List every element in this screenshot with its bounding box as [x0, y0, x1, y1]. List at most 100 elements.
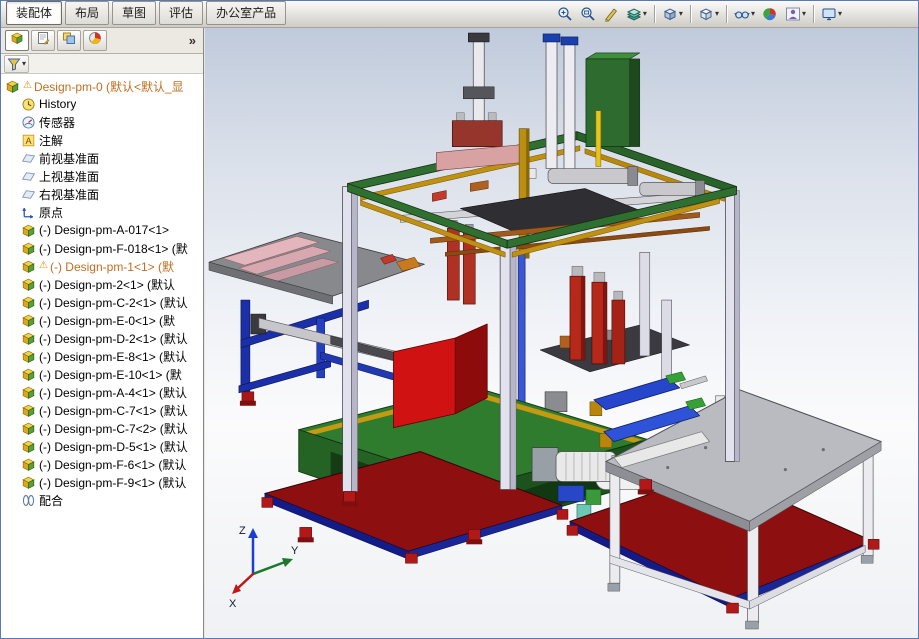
tree-item[interactable]: (-) Design-pm-D-5<1> (默认 — [1, 437, 203, 455]
apply-scene-button[interactable]: ▾ — [782, 4, 809, 24]
section-view-button[interactable]: ▾ — [623, 4, 650, 24]
tree-item[interactable]: (-) Design-pm-F-6<1> (默认 — [1, 455, 203, 473]
view-orientation-button[interactable]: ▾ — [659, 4, 686, 24]
component-icon — [21, 457, 36, 472]
component-icon — [21, 403, 36, 418]
triad-x-label: X — [229, 598, 237, 610]
machine-3d-model[interactable] — [205, 28, 918, 638]
panel-tab-dimxpertmanager[interactable] — [83, 30, 107, 51]
tree-item[interactable]: 上视基准面 — [1, 167, 203, 185]
component-icon — [21, 313, 36, 328]
tree-item[interactable]: (-) Design-pm-E-8<1> (默认 — [1, 347, 203, 365]
tree-item[interactable]: (-) Design-pm-F-018<1> (默 — [1, 239, 203, 257]
tree-item-label: Design-pm-0 (默认<默认_显 — [34, 78, 184, 95]
dropdown-arrow-icon[interactable]: ▾ — [715, 10, 719, 18]
tree-item-label: (-) Design-pm-C-7<2> (默认 — [39, 420, 188, 437]
dropdown-arrow-icon[interactable]: ▾ — [679, 10, 683, 18]
zoom-to-area-icon — [580, 6, 596, 22]
tree-item[interactable]: 配合 — [1, 491, 203, 509]
assembly-icon — [5, 79, 20, 94]
component-icon — [21, 439, 36, 454]
view-orientation-icon — [662, 6, 678, 22]
tab-评估[interactable]: 评估 — [159, 1, 203, 25]
tree-item[interactable]: (-) Design-pm-E-10<1> (默 — [1, 365, 203, 383]
zoom-to-fit-icon — [557, 6, 573, 22]
warning-icon: ⚠ — [39, 261, 48, 271]
origin-icon — [21, 205, 36, 220]
orientation-triad: Z Y X — [227, 520, 307, 610]
graphics-viewport[interactable]: Z Y X — [205, 28, 918, 638]
zoom-to-fit-button[interactable] — [554, 4, 576, 24]
tree-item[interactable]: A注解 — [1, 131, 203, 149]
toolbar-separator — [726, 5, 727, 23]
tree-item[interactable]: (-) Design-pm-C-7<1> (默认 — [1, 401, 203, 419]
hide-show-items-button[interactable]: ▾ — [731, 4, 758, 24]
tree-item[interactable]: History — [1, 95, 203, 113]
plane-icon — [21, 169, 36, 184]
tree-item[interactable]: (-) Design-pm-C-2<1> (默认 — [1, 293, 203, 311]
panel-tab-configurationmanager[interactable] — [57, 30, 81, 51]
tree-item[interactable]: 右视基准面 — [1, 185, 203, 203]
zoom-to-area-button[interactable] — [577, 4, 599, 24]
plane-icon — [21, 187, 36, 202]
tree-item-label: 传感器 — [39, 114, 75, 131]
dropdown-arrow-icon[interactable]: ▾ — [22, 60, 26, 68]
tab-装配体[interactable]: 装配体 — [6, 1, 62, 25]
tree-item-label: (-) Design-pm-E-10<1> (默 — [39, 366, 182, 383]
tree-item[interactable]: (-) Design-pm-F-9<1> (默认 — [1, 473, 203, 491]
edit-appearance-icon — [762, 6, 778, 22]
tree-item[interactable]: (-) Design-pm-C-7<2> (默认 — [1, 419, 203, 437]
tree-item-label: (-) Design-pm-A-017<1> — [39, 223, 169, 237]
tree-item[interactable]: ⚠Design-pm-0 (默认<默认_显 — [1, 77, 203, 95]
dimxpertmanager-icon — [88, 31, 102, 50]
tree-item[interactable]: ⚠(-) Design-pm-1<1> (默 — [1, 257, 203, 275]
svg-text:A: A — [25, 135, 32, 145]
tab-草图[interactable]: 草图 — [112, 1, 156, 25]
annotations-icon: A — [21, 133, 36, 148]
component-icon — [21, 385, 36, 400]
tree-item-label: (-) Design-pm-F-018<1> (默 — [39, 240, 188, 257]
component-icon — [21, 295, 36, 310]
tree-item[interactable]: (-) Design-pm-E-0<1> (默 — [1, 311, 203, 329]
tab-布局[interactable]: 布局 — [65, 1, 109, 25]
tree-item-label: (-) Design-pm-D-5<1> (默认 — [39, 438, 188, 455]
previous-view-button[interactable] — [600, 4, 622, 24]
edit-appearance-button[interactable] — [759, 4, 781, 24]
tree-item-label: (-) Design-pm-1<1> (默 — [50, 258, 174, 275]
tree-item[interactable]: 前视基准面 — [1, 149, 203, 167]
filter-button[interactable]: ▾ — [4, 55, 29, 73]
component-icon — [21, 349, 36, 364]
dropdown-arrow-icon[interactable]: ▾ — [751, 10, 755, 18]
tree-item[interactable]: (-) Design-pm-D-2<1> (默认 — [1, 329, 203, 347]
command-tabs: 装配体布局草图评估办公室产品 — [1, 1, 287, 27]
tree-item-label: (-) Design-pm-C-2<1> (默认 — [39, 294, 188, 311]
tree-item[interactable]: (-) Design-pm-2<1> (默认 — [1, 275, 203, 293]
panel-tab-propertymanager[interactable] — [31, 30, 55, 51]
tree-item-label: (-) Design-pm-F-9<1> (默认 — [39, 474, 186, 491]
toolbar-separator — [690, 5, 691, 23]
panel-collapse-chevron[interactable]: » — [186, 33, 199, 48]
panel-tab-featuremanager[interactable] — [5, 30, 29, 51]
dropdown-arrow-icon[interactable]: ▾ — [802, 10, 806, 18]
display-style-button[interactable]: ▾ — [695, 4, 722, 24]
tab-办公室产品[interactable]: 办公室产品 — [206, 1, 286, 25]
view-toolbar: ▾ ▾ ▾ ▾ ▾ ▾ — [554, 4, 845, 24]
configurationmanager-icon — [62, 31, 76, 50]
component-icon — [21, 367, 36, 382]
tree-item[interactable]: 传感器 — [1, 113, 203, 131]
filter-bar: ▾ — [1, 54, 203, 74]
component-icon — [21, 331, 36, 346]
tree-item-label: (-) Design-pm-C-7<1> (默认 — [39, 402, 188, 419]
component-icon — [21, 475, 36, 490]
view-settings-button[interactable]: ▾ — [818, 4, 845, 24]
tree-item-label: 原点 — [39, 204, 63, 221]
history-icon — [21, 97, 36, 112]
tree-item[interactable]: (-) Design-pm-A-4<1> (默认 — [1, 383, 203, 401]
dropdown-arrow-icon[interactable]: ▾ — [838, 10, 842, 18]
feature-tree: ⚠Design-pm-0 (默认<默认_显History传感器A注解前视基准面上… — [1, 74, 203, 638]
tree-item[interactable]: (-) Design-pm-A-017<1> — [1, 221, 203, 239]
dropdown-arrow-icon[interactable]: ▾ — [643, 10, 647, 18]
tree-item-label: (-) Design-pm-A-4<1> (默认 — [39, 384, 187, 401]
tree-item[interactable]: 原点 — [1, 203, 203, 221]
warning-icon: ⚠ — [23, 81, 32, 91]
